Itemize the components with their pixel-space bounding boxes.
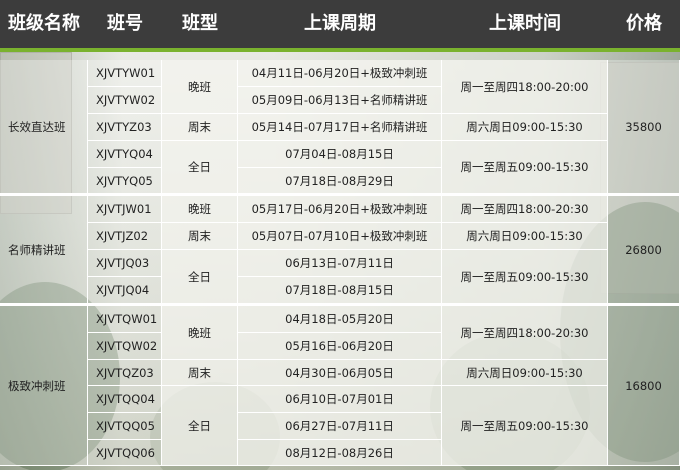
class-code-cell: XJVTQW01	[88, 306, 162, 333]
class-code-cell: XJVTJQ04	[88, 277, 162, 304]
class-type-cell: 晚班	[162, 60, 238, 114]
class-type-cell: 晚班	[162, 306, 238, 360]
class-type-cell: 周末	[162, 223, 238, 250]
class-code-cell: XJVTJQ03	[88, 250, 162, 277]
class-type-cell: 晚班	[162, 196, 238, 223]
period-cell: 05月14日-07月17日+名师精讲班	[238, 114, 442, 141]
header-class-type: 班型	[182, 13, 218, 34]
class-type-cell: 全日	[162, 141, 238, 194]
class-time-cell: 周一至周四18:00-20:30	[442, 196, 608, 223]
class-time-cell: 周一至周五09:00-15:30	[442, 250, 608, 304]
period-cell: 06月13日-07月11日	[238, 250, 442, 277]
price-cell: 26800	[608, 196, 680, 304]
class-time-cell: 周一至周四18:00-20:00	[442, 60, 608, 114]
price-cell: 16800	[608, 306, 680, 466]
class-code-cell: XJVTQQ04	[88, 386, 162, 413]
period-cell: 04月11日-06月20日+极致冲刺班	[238, 60, 442, 87]
class-code-cell: XJVTYW02	[88, 87, 162, 114]
class-code-cell: XJVTYW01	[88, 60, 162, 87]
header-price: 价格	[626, 13, 662, 34]
header-accent-bar	[0, 48, 680, 52]
period-cell: 05月09日-06月13日+名师精讲班	[238, 87, 442, 114]
period-cell: 05月17日-06月20日+极致冲刺班	[238, 196, 442, 223]
class-code-cell: XJVTYQ04	[88, 141, 162, 168]
class-time-cell: 周六周日09:00-15:30	[442, 114, 608, 141]
period-cell: 04月18日-05月20日	[238, 306, 442, 333]
schedule-table-page: 班级名称 班号 班型 上课周期 上课时间 价格 长效直达班 XJVTYW01 X…	[0, 0, 680, 470]
class-code-cell: XJVTJW01	[88, 196, 162, 223]
class-type-cell: 周末	[162, 360, 238, 386]
header-period: 上课周期	[304, 13, 376, 34]
period-cell: 05月16日-06月20日	[238, 333, 442, 360]
period-cell: 07月04日-08月15日	[238, 141, 442, 168]
price-cell: 35800	[608, 60, 680, 194]
header-class-code: 班号	[107, 13, 143, 34]
class-code-cell: XJVTQZ03	[88, 360, 162, 386]
header-class-name: 班级名称	[8, 13, 80, 34]
class-code-cell: XJVTYQ05	[88, 168, 162, 194]
period-cell: 04月30日-06月05日	[238, 360, 442, 386]
class-time-cell: 周一至周五09:00-15:30	[442, 141, 608, 194]
class-time-cell: 周一至周五09:00-15:30	[442, 386, 608, 466]
period-cell: 07月18日-08月15日	[238, 277, 442, 304]
class-type-cell: 周末	[162, 114, 238, 141]
class-name-cell: 长效直达班	[0, 60, 88, 194]
class-name-cell: 名师精讲班	[0, 196, 88, 304]
class-time-cell: 周六周日09:00-15:30	[442, 223, 608, 250]
class-code-cell: XJVTQQ05	[88, 413, 162, 440]
class-type-cell: 全日	[162, 386, 238, 466]
class-code-cell: XJVTQQ06	[88, 440, 162, 466]
period-cell: 06月27日-07月11日	[238, 413, 442, 440]
class-time-cell: 周六周日09:00-15:30	[442, 360, 608, 386]
class-code-cell: XJVTJZ02	[88, 223, 162, 250]
class-name-cell: 极致冲刺班	[0, 306, 88, 466]
class-code-cell: XJVTYZ03	[88, 114, 162, 141]
class-time-cell: 周一至周四18:00-20:30	[442, 306, 608, 360]
header-class-time: 上课时间	[489, 13, 561, 34]
period-cell: 05月07日-07月10日+极致冲刺班	[238, 223, 442, 250]
period-cell: 08月12日-08月26日	[238, 440, 442, 466]
class-type-cell: 全日	[162, 250, 238, 304]
table-header: 班级名称 班号 班型 上课周期 上课时间 价格	[0, 0, 680, 48]
period-cell: 06月10日-07月01日	[238, 386, 442, 413]
period-cell: 07月18日-08月29日	[238, 168, 442, 194]
class-code-cell: XJVTQW02	[88, 333, 162, 360]
